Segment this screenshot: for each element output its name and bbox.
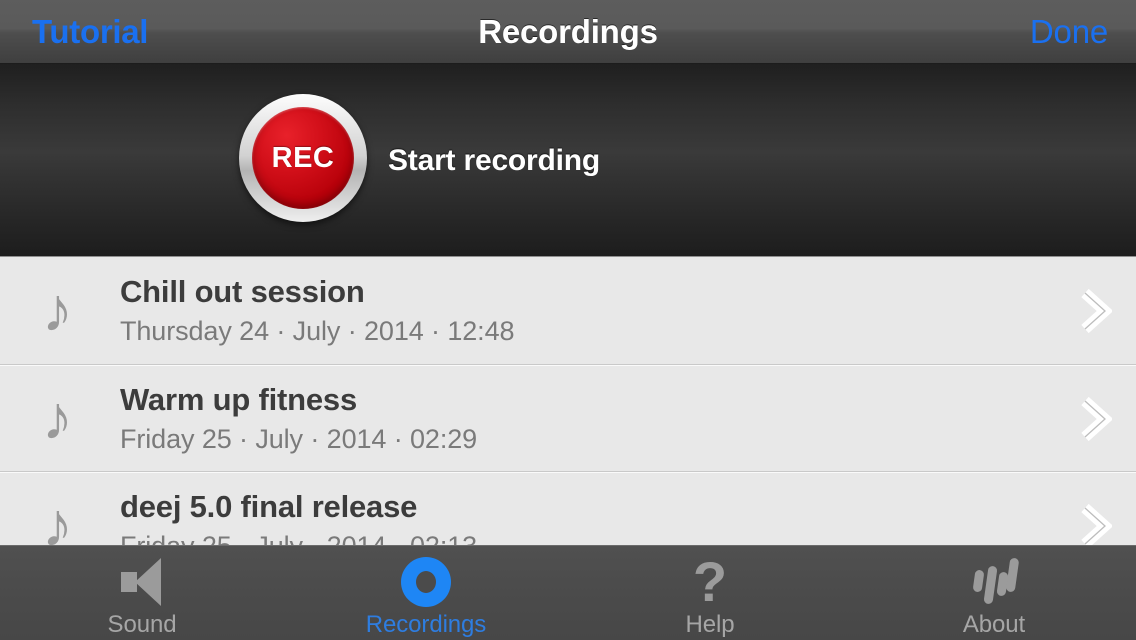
chevron-right-icon[interactable] bbox=[1078, 365, 1112, 472]
speaker-glyph bbox=[117, 558, 167, 606]
done-button[interactable]: Done bbox=[1030, 0, 1108, 64]
chevron-right-icon[interactable] bbox=[1078, 472, 1112, 545]
app-screen: Tutorial Recordings Done REC Start recor… bbox=[0, 0, 1136, 640]
recordings-list[interactable]: ♪ Chill out session Thursday 24 · July ·… bbox=[0, 257, 1136, 545]
speaker-cone bbox=[135, 558, 161, 606]
tab-about[interactable]: About bbox=[852, 546, 1136, 640]
music-note-icon: ♪ bbox=[42, 275, 73, 345]
chevron-right-icon[interactable] bbox=[1078, 257, 1112, 364]
chevron-right-glyph bbox=[1081, 288, 1112, 333]
record-panel: REC Start recording bbox=[0, 64, 1136, 257]
tab-recordings-label: Recordings bbox=[365, 611, 487, 638]
chevron-right-glyph bbox=[1081, 503, 1112, 545]
ring-glyph bbox=[401, 557, 451, 607]
tab-sound-label: Sound bbox=[107, 611, 177, 638]
music-note-icon: ♪ bbox=[42, 490, 73, 545]
record-caption: Start recording bbox=[388, 143, 601, 177]
question-mark-glyph: ? bbox=[692, 550, 728, 613]
question-mark-icon: ? bbox=[692, 550, 728, 613]
waveform-icon bbox=[966, 555, 1022, 609]
waveform-glyph bbox=[973, 558, 1019, 604]
table-row[interactable]: ♪ Chill out session Thursday 24 · July ·… bbox=[0, 257, 1136, 364]
tab-help-label: Help bbox=[685, 611, 735, 638]
chevron-right-glyph bbox=[1081, 396, 1112, 441]
ring-icon bbox=[401, 555, 451, 609]
row-text-block: deej 5.0 final release Friday 25 · July … bbox=[120, 472, 477, 545]
speaker-icon bbox=[117, 555, 167, 609]
row-text-block: Warm up fitness Friday 25 · July · 2014 … bbox=[120, 365, 477, 472]
music-note-icon: ♪ bbox=[42, 383, 73, 453]
table-row[interactable]: ♪ Warm up fitness Friday 25 · July · 201… bbox=[0, 364, 1136, 471]
page-title: Recordings bbox=[478, 13, 658, 50]
recording-title: Warm up fitness bbox=[120, 382, 357, 417]
navigation-bar: Tutorial Recordings Done bbox=[0, 0, 1136, 64]
ring-hole bbox=[416, 571, 436, 593]
table-row[interactable]: ♪ deej 5.0 final release Friday 25 · Jul… bbox=[0, 471, 1136, 545]
recording-date: Friday 25 · July · 2014 · 02:29 bbox=[120, 424, 478, 454]
tab-bar: Sound Recordings ? Help About bbox=[0, 545, 1136, 640]
row-text-block: Chill out session Thursday 24 · July · 2… bbox=[120, 257, 515, 364]
recording-date: Thursday 24 · July · 2014 · 12:48 bbox=[120, 316, 515, 346]
recording-title: deej 5.0 final release bbox=[120, 489, 418, 524]
tab-sound[interactable]: Sound bbox=[0, 546, 284, 640]
tab-recordings[interactable]: Recordings bbox=[284, 546, 568, 640]
tab-help[interactable]: ? Help bbox=[568, 546, 852, 640]
record-button-label: REC bbox=[271, 141, 335, 174]
record-button[interactable]: REC bbox=[239, 94, 367, 222]
recording-title: Chill out session bbox=[120, 274, 365, 309]
record-button-icon: REC bbox=[252, 107, 354, 209]
tab-about-label: About bbox=[962, 611, 1026, 638]
recording-date: Friday 25 · July · 2014 · 02:13 bbox=[120, 531, 477, 545]
